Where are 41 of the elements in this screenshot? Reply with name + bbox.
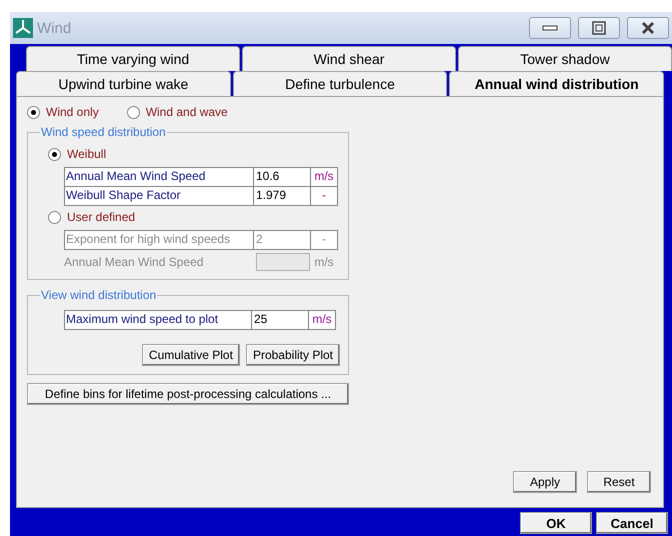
panel-button[interactable]: Reset [587, 471, 651, 493]
tab[interactable]: Time varying wind [26, 46, 240, 71]
group-title: Wind speed distribution [40, 125, 167, 139]
define-bins-button[interactable]: Define bins for lifetime post-processing calculations ... [27, 383, 349, 405]
value-field[interactable]: 25 [251, 311, 308, 329]
dialog-button[interactable]: OK [520, 512, 592, 534]
radio-button[interactable]: Weibull [48, 147, 106, 161]
tab[interactable]: Define turbulence [232, 71, 448, 96]
tab[interactable]: Annual wind distribution [449, 71, 664, 96]
value-field[interactable]: 1.979 [253, 187, 310, 205]
maximize-icon [592, 21, 606, 35]
value-field[interactable]: 10.6 [253, 168, 310, 186]
window-title: Wind [37, 20, 72, 36]
unit-label: - [310, 231, 337, 249]
plot-button[interactable]: Probability Plot [246, 344, 340, 366]
close-icon [641, 21, 655, 35]
unit-label: m/s [308, 311, 335, 329]
unit-label: m/s [313, 254, 335, 271]
parameter-label: Maximum wind speed to plot [65, 311, 251, 329]
plot-button[interactable]: Cumulative Plot [142, 344, 240, 366]
minimize-button[interactable] [529, 17, 571, 39]
maximize-button[interactable] [578, 17, 620, 39]
radio-button[interactable]: Wind only [27, 105, 99, 119]
parameter-label: Annual Mean Wind Speed [64, 254, 204, 271]
tab[interactable]: Upwind turbine wake [16, 71, 231, 96]
radio-button[interactable]: Wind and wave [126, 105, 228, 119]
parameter-label: Annual Mean Wind Speed [65, 168, 253, 186]
parameter-label: Weibull Shape Factor [65, 187, 253, 205]
tab[interactable]: Tower shadow [458, 46, 672, 71]
unit-label: m/s [310, 168, 337, 186]
tab[interactable]: Wind shear [242, 46, 456, 71]
panel-button[interactable]: Apply [513, 471, 577, 493]
dialog-button[interactable]: Cancel [596, 512, 668, 534]
value-field [256, 253, 310, 271]
turbine-icon [13, 18, 33, 38]
radio-button[interactable]: User defined [48, 210, 136, 224]
minimize-icon [542, 25, 558, 31]
unit-label: - [310, 187, 337, 205]
close-button[interactable] [627, 17, 669, 39]
parameter-label: Exponent for high wind speeds [65, 231, 253, 249]
group-title: View wind distribution [40, 288, 158, 302]
